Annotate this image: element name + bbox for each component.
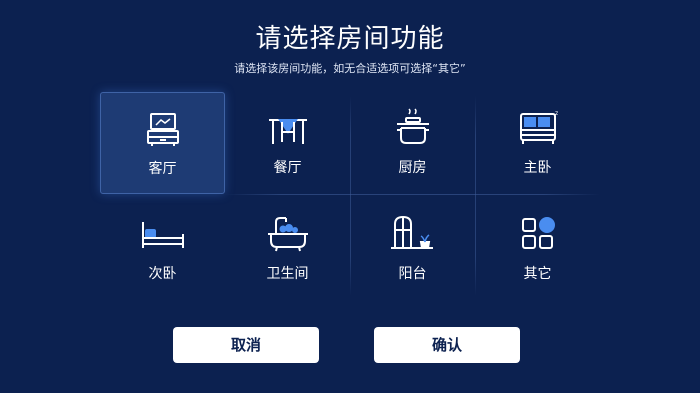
cooking-pot-icon	[350, 108, 475, 148]
page-title: 请选择房间功能	[255, 24, 445, 54]
grid-divider-vertical	[350, 96, 351, 296]
grid-divider-horizontal	[225, 194, 600, 195]
room-label: 阳台	[398, 266, 427, 282]
page-subtitle: 请选择该房间功能，如无合适选项可选择“其它”	[234, 62, 466, 75]
room-label: 餐厅	[273, 160, 302, 176]
grid-more-icon	[475, 214, 600, 254]
single-bed-icon	[100, 214, 225, 254]
room-option-kitchen[interactable]: 厨房	[350, 92, 475, 194]
double-bed-icon: z	[475, 108, 600, 148]
bathtub-icon	[225, 214, 350, 254]
room-option-living-room[interactable]: 客厅	[100, 92, 225, 194]
room-option-balcony[interactable]: 阳台	[350, 198, 475, 300]
dining-table-icon	[225, 108, 350, 148]
room-label: 其它	[523, 266, 552, 282]
room-label: 次卧	[148, 266, 177, 282]
cancel-button[interactable]: 取消	[173, 327, 319, 363]
balcony-door-icon	[350, 214, 475, 254]
tv-cabinet-icon	[101, 109, 224, 149]
room-option-other[interactable]: 其它	[475, 198, 600, 300]
room-option-bathroom[interactable]: 卫生间	[225, 198, 350, 300]
room-label: 厨房	[398, 160, 427, 176]
room-option-second-bedroom[interactable]: 次卧	[100, 198, 225, 300]
room-label: 卫生间	[266, 266, 309, 282]
confirm-button[interactable]: 确认	[374, 327, 520, 363]
svg-text:z: z	[555, 110, 558, 117]
room-label: 客厅	[148, 161, 177, 177]
room-option-master-bedroom[interactable]: z 主卧	[475, 92, 600, 194]
room-option-dining-room[interactable]: 餐厅	[225, 92, 350, 194]
room-label: 主卧	[523, 160, 552, 176]
grid-divider-vertical	[475, 96, 476, 296]
